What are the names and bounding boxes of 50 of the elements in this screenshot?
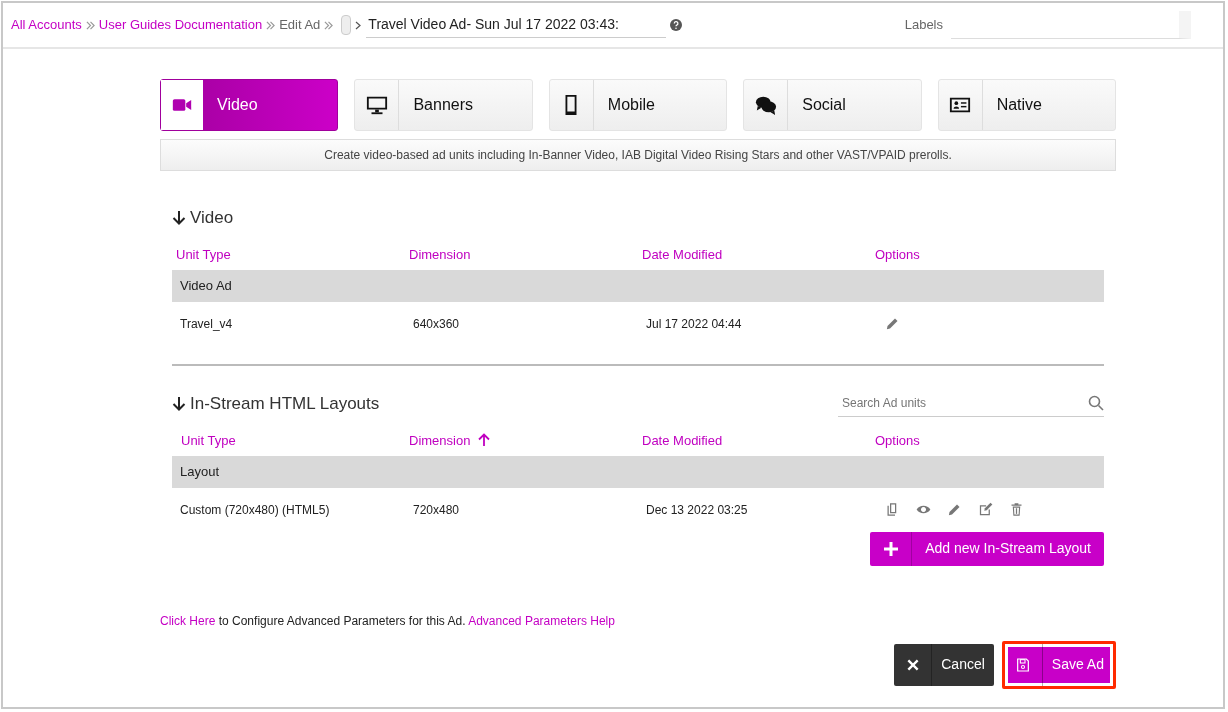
pencil-icon[interactable] <box>947 502 962 517</box>
cancel-button[interactable]: Cancel <box>894 643 994 686</box>
breadcrumb-separator-icon <box>85 20 95 30</box>
table-cell-text: 720x480 <box>412 501 461 519</box>
trash-icon[interactable] <box>1009 502 1024 517</box>
description-bar: Create video-based ad units including In-Banner Video, IAB Digital Video Rising Stars and other VAST/VPAID prerolls. <box>160 139 1116 171</box>
breadcrumb-current: Edit Ad <box>279 16 321 35</box>
section-title: In-Stream HTML Layouts <box>172 391 380 417</box>
column-header[interactable]: Date Modified <box>638 424 727 456</box>
section-title: Video <box>172 205 234 231</box>
table-cell-text: Jul 17 2022 04:44 <box>645 315 743 333</box>
column-header[interactable]: Options <box>871 238 924 270</box>
column-header[interactable]: Dimension <box>405 238 475 270</box>
edit-icon[interactable] <box>978 502 993 517</box>
breadcrumb-link[interactable]: All Accounts <box>11 15 82 35</box>
breadcrumb-separator-icon <box>324 20 334 30</box>
column-header[interactable]: Dimension <box>405 424 495 456</box>
group-header: Layout <box>172 456 1104 488</box>
search-icon <box>1088 394 1104 411</box>
add-layout-button[interactable]: Add new In-Stream Layout <box>870 531 1104 566</box>
ad-type-tab[interactable]: Mobile <box>548 79 728 131</box>
breadcrumb-separator-icon <box>266 20 276 30</box>
ad-type-tab[interactable]: Banners <box>354 79 533 131</box>
sort-up-icon <box>478 433 491 448</box>
column-header[interactable]: Options <box>871 424 924 456</box>
table-cell-text: Dec 13 2022 03:25 <box>645 501 749 519</box>
monitor-icon <box>365 94 388 116</box>
chevron-icon <box>355 20 363 30</box>
column-header[interactable]: Unit Type <box>172 424 240 456</box>
pencil-icon[interactable] <box>885 316 900 331</box>
ad-type-tab[interactable]: Social <box>743 79 922 131</box>
column-header[interactable]: Unit Type <box>172 238 235 270</box>
plus-icon <box>883 541 898 556</box>
group-header: Video Ad <box>172 270 1104 302</box>
save-button[interactable]: Save Ad <box>1001 640 1116 689</box>
ad-type-tab[interactable]: Video <box>160 79 339 131</box>
breadcrumb-link[interactable]: User Guides Documentation <box>98 15 263 35</box>
help-icon <box>670 19 683 31</box>
ad-type-tab[interactable]: Native <box>937 79 1117 131</box>
advanced-link[interactable]: Click Here <box>160 613 216 628</box>
chat-bubbles-icon <box>754 94 777 116</box>
advanced-parameters-sentence: Click Here to Configure Advanced Parameters for this Ad. Advanced Parameters Help <box>160 612 616 630</box>
down-arrow-icon <box>172 396 186 412</box>
down-arrow-icon <box>172 210 186 226</box>
advanced-link[interactable]: Advanced Parameters Help <box>468 613 615 628</box>
table-cell-text: 640x360 <box>412 315 461 333</box>
column-header[interactable]: Date Modified <box>638 238 727 270</box>
table-cell-text: Travel_v4 <box>179 315 234 333</box>
labels-label: Labels <box>904 16 943 35</box>
table-cell-text: Custom (720x480) (HTML5) <box>179 501 331 519</box>
